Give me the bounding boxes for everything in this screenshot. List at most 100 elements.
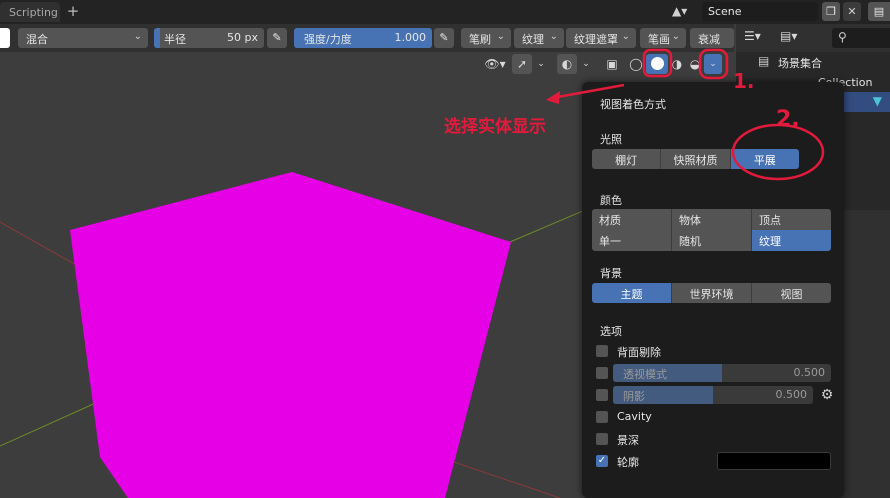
brush-color-swatch[interactable] bbox=[0, 28, 10, 48]
texture-menu[interactable]: 纹理 ⌄ bbox=[514, 28, 564, 48]
strength-label: 强度/力度 bbox=[304, 33, 352, 46]
vertex-filter-icon[interactable]: ▼ bbox=[873, 94, 882, 108]
add-workspace-button[interactable]: + bbox=[64, 3, 82, 21]
xray-checkbox[interactable] bbox=[596, 367, 608, 379]
rendered-shading-icon[interactable]: ◒ bbox=[686, 54, 704, 74]
solid-shading-icon bbox=[651, 57, 664, 70]
view-layer-icon[interactable]: ▤ bbox=[868, 2, 890, 21]
tool-settings-bar: 混合 ⌄ 半径 50 px ✎ 强度/力度 1.000 ✎ 笔刷 ⌄ 纹理 ⌄ … bbox=[0, 24, 734, 52]
color-material-button[interactable]: 材质 bbox=[592, 209, 672, 230]
color-vertex-button[interactable]: 顶点 bbox=[752, 209, 831, 230]
viewport-shading-popover: 视图着色方式 光照 棚灯 快照材质 平展 颜色 材质 物体 顶点 单一 随机 纹… bbox=[582, 82, 844, 498]
outline-checkbox[interactable]: ✓ bbox=[596, 455, 608, 467]
color-single-button[interactable]: 单一 bbox=[592, 230, 672, 251]
color-options-row2: 单一 随机 纹理 bbox=[592, 230, 831, 251]
shadow-intensity-slider[interactable]: 阴影 0.500 bbox=[613, 386, 813, 404]
xray-alpha-slider[interactable]: 透视模式 0.500 bbox=[613, 364, 831, 382]
background-options: 主题 世界环境 视图 bbox=[592, 283, 831, 303]
strength-value: 1.000 bbox=[394, 31, 427, 44]
radius-slider-fill bbox=[154, 28, 160, 48]
background-theme-button[interactable]: 主题 bbox=[592, 283, 672, 303]
color-texture-button[interactable]: 纹理 bbox=[752, 230, 831, 251]
chevron-down-icon: ⌄ bbox=[549, 31, 558, 42]
xray-value: 0.500 bbox=[793, 366, 826, 379]
background-section-title: 背景 bbox=[600, 267, 622, 280]
backface-culling-label: 背面剔除 bbox=[617, 346, 661, 359]
stroke-menu-label: 笔画 bbox=[648, 33, 670, 46]
scene-collection-label: 场景集合 bbox=[778, 57, 822, 70]
cube-object[interactable] bbox=[70, 172, 511, 498]
chevron-down-icon: ⌄ bbox=[621, 31, 630, 42]
radius-value: 50 px bbox=[227, 31, 258, 44]
background-viewport-button[interactable]: 视图 bbox=[752, 283, 831, 303]
texture-menu-label: 纹理 bbox=[522, 33, 544, 46]
outline-label: 轮廓 bbox=[617, 456, 639, 469]
depth-of-field-checkbox[interactable] bbox=[596, 433, 608, 445]
lighting-matcap-button[interactable]: 快照材质 bbox=[661, 149, 731, 169]
lighting-studio-button[interactable]: 棚灯 bbox=[592, 149, 662, 169]
collection-box-icon: ▤ bbox=[758, 54, 770, 68]
strength-pressure-pen-icon[interactable]: ✎ bbox=[434, 28, 454, 48]
annotation-text: 选择实体显示 bbox=[444, 117, 546, 137]
texture-mask-menu[interactable]: 纹理遮罩 ⌄ bbox=[566, 28, 636, 48]
cavity-label: Cavity bbox=[617, 410, 652, 423]
wireframe-shading-icon[interactable]: ◯ bbox=[626, 54, 646, 74]
chevron-down-icon: ⌄ bbox=[671, 31, 680, 42]
radius-pressure-pen-icon[interactable]: ✎ bbox=[267, 28, 287, 48]
scene-name-field[interactable]: Scene bbox=[702, 2, 818, 21]
options-section-title: 选项 bbox=[600, 325, 622, 338]
strength-slider[interactable]: 强度/力度 1.000 bbox=[294, 28, 432, 48]
depth-of-field-label: 景深 bbox=[617, 434, 639, 447]
color-random-button[interactable]: 随机 bbox=[672, 230, 752, 251]
chevron-down-icon[interactable]: ⌄ bbox=[578, 54, 594, 74]
editor-type-icon[interactable]: ☰▾ bbox=[744, 29, 774, 47]
backface-culling-option[interactable]: 背面剔除 bbox=[596, 342, 831, 360]
falloff-menu[interactable]: 衰减 bbox=[690, 28, 734, 48]
scene-close-icon[interactable]: ✕ bbox=[843, 2, 861, 21]
stroke-menu[interactable]: 笔画 ⌄ bbox=[640, 28, 686, 48]
shadow-checkbox[interactable] bbox=[596, 389, 608, 401]
view-object-types-icon[interactable]: 👁▾ bbox=[480, 54, 510, 74]
chevron-down-icon[interactable]: ⌄ bbox=[533, 54, 549, 74]
outline-option[interactable]: ✓ 轮廓 bbox=[596, 452, 831, 470]
shadow-label: 阴影 bbox=[623, 390, 645, 403]
falloff-menu-label: 衰减 bbox=[698, 33, 720, 46]
blend-mode-select[interactable]: 混合 ⌄ bbox=[18, 28, 148, 48]
shadow-option[interactable]: 阴影 0.500 ⚙ bbox=[596, 386, 833, 404]
color-options-row1: 材质 物体 顶点 bbox=[592, 209, 831, 230]
color-object-button[interactable]: 物体 bbox=[672, 209, 752, 230]
cavity-option[interactable]: Cavity bbox=[596, 408, 831, 426]
chevron-down-icon: ⌄ bbox=[133, 31, 142, 42]
top-bar: Scripting + ▲▾ Scene ❐ ✕ ▤ bbox=[0, 0, 890, 24]
lighting-flat-button[interactable]: 平展 bbox=[730, 149, 799, 169]
gizmo-toggle-icon[interactable]: ➚ bbox=[512, 54, 532, 74]
brush-menu[interactable]: 笔刷 ⌄ bbox=[461, 28, 511, 48]
backface-culling-checkbox[interactable] bbox=[596, 345, 608, 357]
overlays-toggle-icon[interactable]: ◐ bbox=[557, 54, 577, 74]
scene-new-icon[interactable]: ❐ bbox=[822, 2, 840, 21]
cavity-checkbox[interactable] bbox=[596, 411, 608, 423]
shadow-value: 0.500 bbox=[775, 388, 808, 401]
xray-toggle-icon[interactable]: ▣ bbox=[602, 54, 622, 74]
gear-icon[interactable]: ⚙ bbox=[819, 386, 835, 404]
depth-of-field-option[interactable]: 景深 bbox=[596, 430, 831, 448]
outliner-scene-collection[interactable]: ▤ 场景集合 bbox=[736, 52, 890, 72]
lighting-section-title: 光照 bbox=[600, 133, 622, 146]
workspace-tab-scripting[interactable]: Scripting bbox=[0, 2, 60, 22]
scene-selector-icon[interactable]: ▲▾ bbox=[672, 2, 700, 22]
brush-menu-label: 笔刷 bbox=[469, 33, 491, 46]
blend-mode-label: 混合 bbox=[26, 33, 48, 46]
shading-options-chevron-icon[interactable]: ⌄ bbox=[704, 54, 722, 74]
radius-label: 半径 bbox=[164, 33, 186, 46]
background-world-button[interactable]: 世界环境 bbox=[672, 283, 752, 303]
outliner-header: ☰▾ ▤▾ ⚲ bbox=[736, 24, 890, 52]
outline-color-swatch[interactable] bbox=[717, 452, 831, 470]
radius-slider[interactable]: 半径 50 px bbox=[154, 28, 264, 48]
display-mode-icon[interactable]: ▤▾ bbox=[780, 29, 812, 47]
lighting-options: 棚灯 快照材质 平展 bbox=[592, 149, 799, 169]
popover-title: 视图着色方式 bbox=[600, 98, 666, 111]
xray-option[interactable]: 透视模式 0.500 bbox=[596, 364, 831, 382]
search-icon[interactable]: ⚲ bbox=[832, 28, 890, 48]
material-preview-icon[interactable]: ◑ bbox=[668, 54, 686, 74]
chevron-down-icon: ⌄ bbox=[496, 31, 505, 42]
